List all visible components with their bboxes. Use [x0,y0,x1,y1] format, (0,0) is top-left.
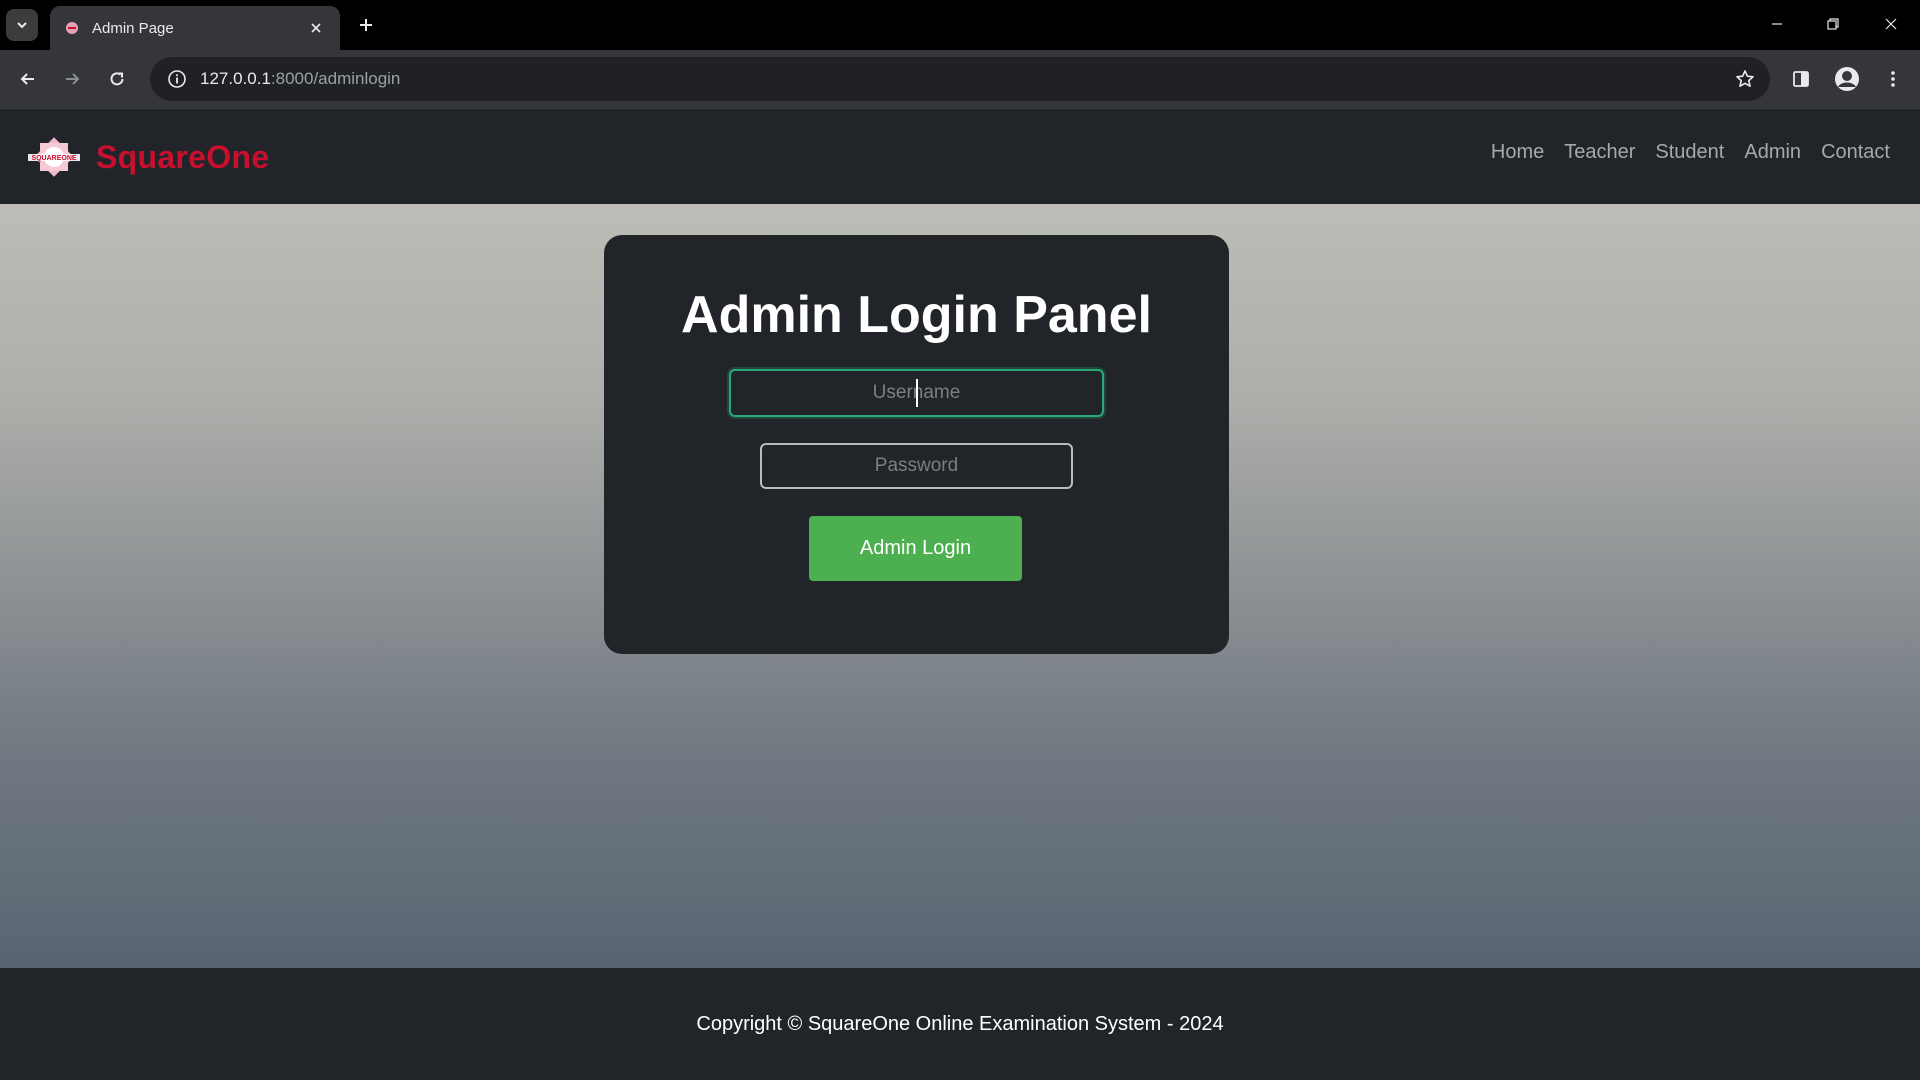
close-window-button[interactable] [1866,6,1916,42]
tab-title: Admin Page [92,19,174,37]
brand-name: SquareOne [96,138,270,175]
avatar-icon [1835,67,1859,91]
password-input[interactable] [760,443,1073,489]
page-content: SQUAREONE SquareOne Home Teacher Student… [0,108,1920,1080]
browser-tabstrip: Admin Page [0,0,1920,50]
nav-link-contact[interactable]: Contact [1821,141,1890,164]
side-panel-icon [1793,71,1809,87]
squareone-logo: SQUAREONE [28,137,80,177]
reload-button[interactable] [101,63,133,95]
side-panel-button[interactable] [1785,63,1817,95]
nav-links: Home Teacher Student Admin Contact [1471,141,1890,164]
new-tab-button[interactable] [352,11,380,39]
tab-search-button[interactable] [6,9,38,41]
nav-link-home[interactable]: Home [1491,141,1544,164]
minimize-icon [1772,23,1782,25]
arrow-left-icon [20,73,34,85]
address-bar[interactable]: 127.0.0.1:8000/adminlogin [150,57,1770,101]
url-path: :8000/adminlogin [270,69,401,88]
close-icon [1885,18,1897,30]
login-card: Admin Login Panel Admin Login [604,235,1229,654]
nav-link-admin[interactable]: Admin [1744,141,1801,164]
site-footer: Copyright © SquareOne Online Examination… [0,968,1920,1080]
reload-icon [110,72,124,86]
footer-copyright: Copyright © SquareOne Online Examination… [696,1012,1224,1035]
favicon-icon [64,20,80,36]
forward-button[interactable] [56,63,88,95]
admin-login-button[interactable]: Admin Login [809,516,1022,581]
back-button[interactable] [12,63,44,95]
more-vertical-icon [1891,71,1895,87]
plus-icon [360,19,372,31]
site-navbar: SQUAREONE SquareOne Home Teacher Student… [0,108,1920,204]
text-cursor [916,379,918,407]
profile-button[interactable] [1831,63,1863,95]
browser-menu-button[interactable] [1877,63,1909,95]
nav-link-teacher[interactable]: Teacher [1564,141,1635,164]
close-tab-icon[interactable] [306,18,326,38]
nav-link-student[interactable]: Student [1655,141,1724,164]
browser-toolbar: 127.0.0.1:8000/adminlogin [0,50,1920,108]
restore-icon [1827,18,1839,30]
url-host: 127.0.0.1 [200,69,271,88]
chevron-down-icon [17,22,27,29]
arrow-right-icon [66,73,80,85]
restore-button[interactable] [1808,6,1858,42]
svg-text:SQUAREONE: SQUAREONE [31,155,76,162]
browser-tab-active[interactable]: Admin Page [50,6,340,50]
login-title: Admin Login Panel [681,286,1152,344]
minimize-button[interactable] [1752,6,1802,42]
brand-link[interactable]: SQUAREONE SquareOne [28,131,269,183]
info-icon[interactable] [166,68,188,90]
bookmark-star-icon[interactable] [1734,68,1756,90]
